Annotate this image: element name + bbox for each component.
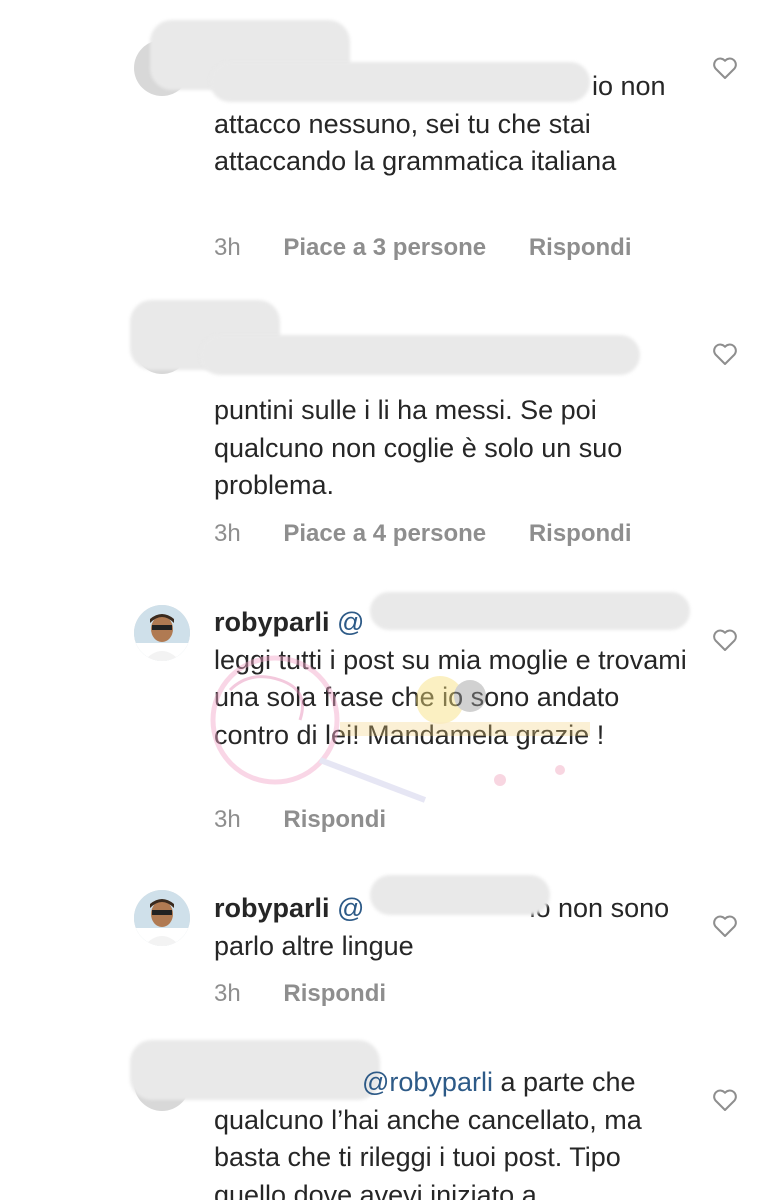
redacted-mention [370,875,550,915]
heart-outline-icon[interactable] [712,342,738,366]
mention[interactable]: @robyparli [362,1067,493,1097]
reply-button[interactable]: Rispondi [529,520,632,548]
username[interactable]: robyparli [214,607,330,637]
redacted-mention [200,335,640,375]
comment-meta: 3h Rispondi [214,806,422,834]
likes-count[interactable]: Piace a 3 persone [283,234,486,262]
timestamp: 3h [214,980,241,1007]
watermark-logo [210,655,590,803]
comment-meta: 3h Piace a 4 persone Rispondi [214,520,667,548]
timestamp: 3h [214,234,241,261]
heart-outline-icon[interactable] [712,1088,738,1112]
comment-meta: 3h Rispondi [214,980,422,1008]
reply-button[interactable]: Rispondi [283,806,386,834]
comment-text: @robyparli a parte che qualcuno l’hai an… [214,1064,694,1200]
redacted-mention [370,592,690,630]
comment-text: io non attacco nessuno, sei tu che stai … [214,68,694,181]
heart-outline-icon[interactable] [712,56,738,80]
comment-body: io non attacco nessuno, sei tu che stai … [214,71,666,176]
heart-outline-icon[interactable] [712,628,738,652]
timestamp: 3h [214,806,241,833]
mention[interactable]: @ [337,893,364,923]
timestamp: 3h [214,520,241,547]
reply-button[interactable]: Rispondi [283,980,386,1008]
comment-body: puntini sulle i li ha messi. Se poi qual… [214,395,623,500]
avatar-photo [134,890,190,946]
comment-meta: 3h Piace a 3 persone Rispondi [214,234,667,262]
avatar[interactable] [134,890,190,946]
username[interactable]: robyparli [214,893,330,923]
comment-text: puntini sulle i li ha messi. Se poi qual… [214,392,694,505]
reply-button[interactable]: Rispondi [529,234,632,262]
mention[interactable]: @ [337,607,364,637]
likes-count[interactable]: Piace a 4 persone [283,520,486,548]
heart-outline-icon[interactable] [712,914,738,938]
